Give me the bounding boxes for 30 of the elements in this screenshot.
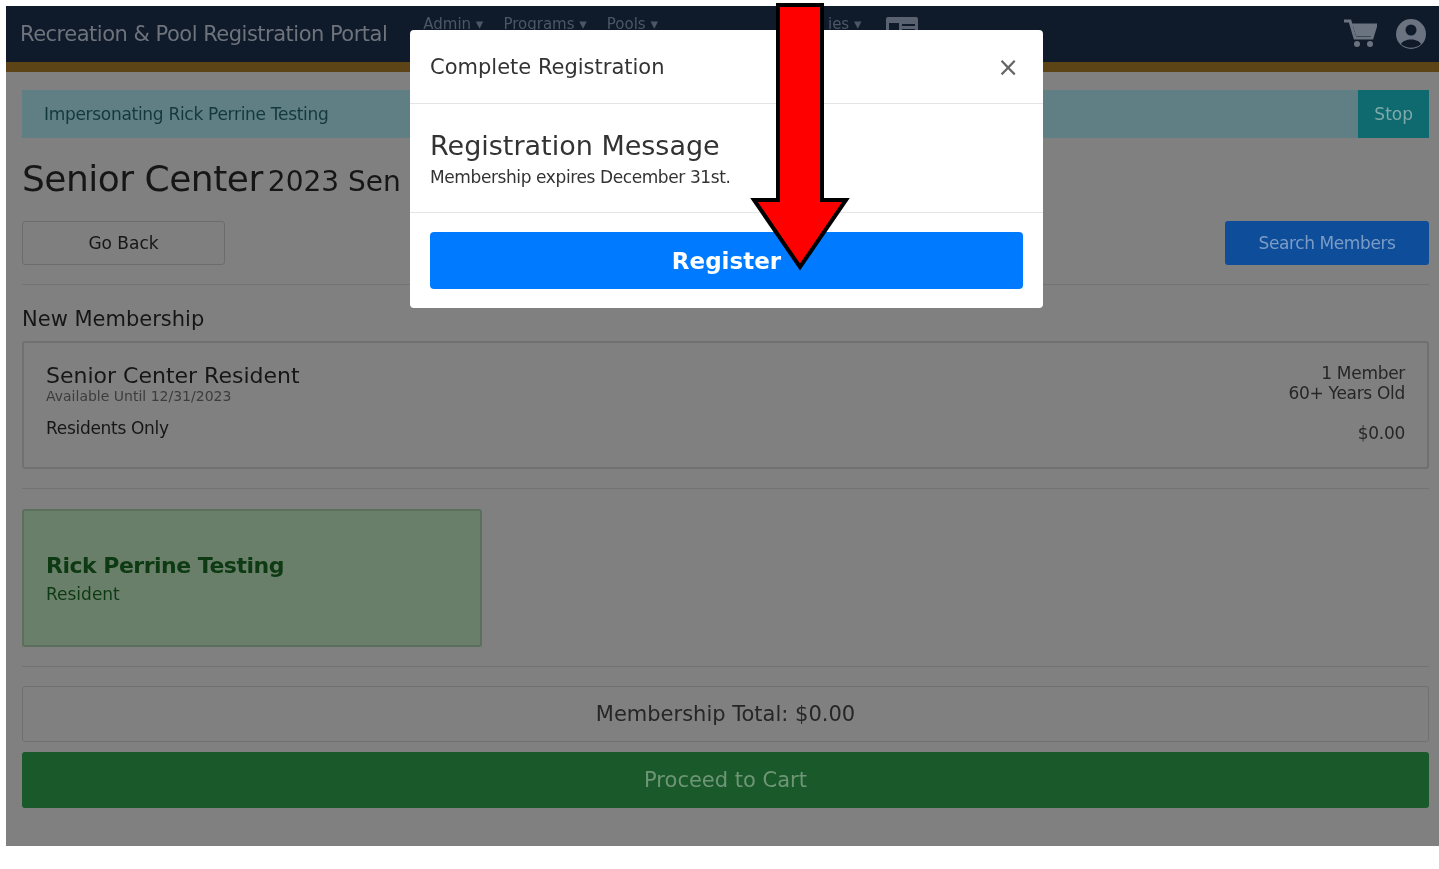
go-back-button[interactable]: Go Back xyxy=(22,221,225,265)
close-button[interactable]: × xyxy=(993,51,1023,82)
restriction-text: Residents Only xyxy=(46,418,170,438)
price-text: $0.00 xyxy=(1357,423,1405,443)
nav-menu-item[interactable]: Programs ▾ xyxy=(503,16,587,32)
membership-total: Membership Total: $0.00 xyxy=(22,686,1429,742)
user-avatar-icon[interactable] xyxy=(1395,18,1427,50)
cart-icon[interactable] xyxy=(1343,19,1377,49)
section-title: New Membership xyxy=(22,307,206,331)
impersonation-text: Impersonating Rick Perrine Testing xyxy=(43,104,329,124)
search-members-button[interactable]: Search Members xyxy=(1225,221,1429,265)
availability-text: Available Until 12/31/2023 xyxy=(46,388,233,404)
membership-name: Senior Center Resident xyxy=(46,363,300,388)
nav-menu-item[interactable]: ies ▾ xyxy=(827,16,862,32)
proceed-to-cart-button[interactable]: Proceed to Cart xyxy=(22,752,1429,808)
stop-button[interactable]: Stop xyxy=(1358,90,1429,138)
member-count: 1 Member xyxy=(1321,363,1405,383)
portal-title[interactable]: Recreation & Pool Registration Portal xyxy=(20,22,388,46)
page-title: Senior Center2023 Sen xyxy=(22,158,401,199)
membership-card[interactable]: Senior Center Resident Available Until 12/31/2023 Residents Only 1 Member 60+ Years Old $0.00 xyxy=(22,341,1429,469)
register-button[interactable]: Register xyxy=(430,232,1023,289)
nav-menu-item[interactable]: Admin ▾ xyxy=(423,16,484,32)
member-name: Rick Perrine Testing xyxy=(46,552,285,578)
member-card[interactable]: Rick Perrine Testing Resident xyxy=(22,509,482,647)
message-heading: Registration Message xyxy=(430,129,721,161)
age-requirement: 60+ Years Old xyxy=(1288,383,1405,403)
message-text: Membership expires December 31st. xyxy=(430,166,732,187)
member-type: Resident xyxy=(46,583,121,604)
modal-title: Complete Registration xyxy=(430,54,665,79)
nav-menu-item[interactable]: Pools ▾ xyxy=(606,16,658,32)
